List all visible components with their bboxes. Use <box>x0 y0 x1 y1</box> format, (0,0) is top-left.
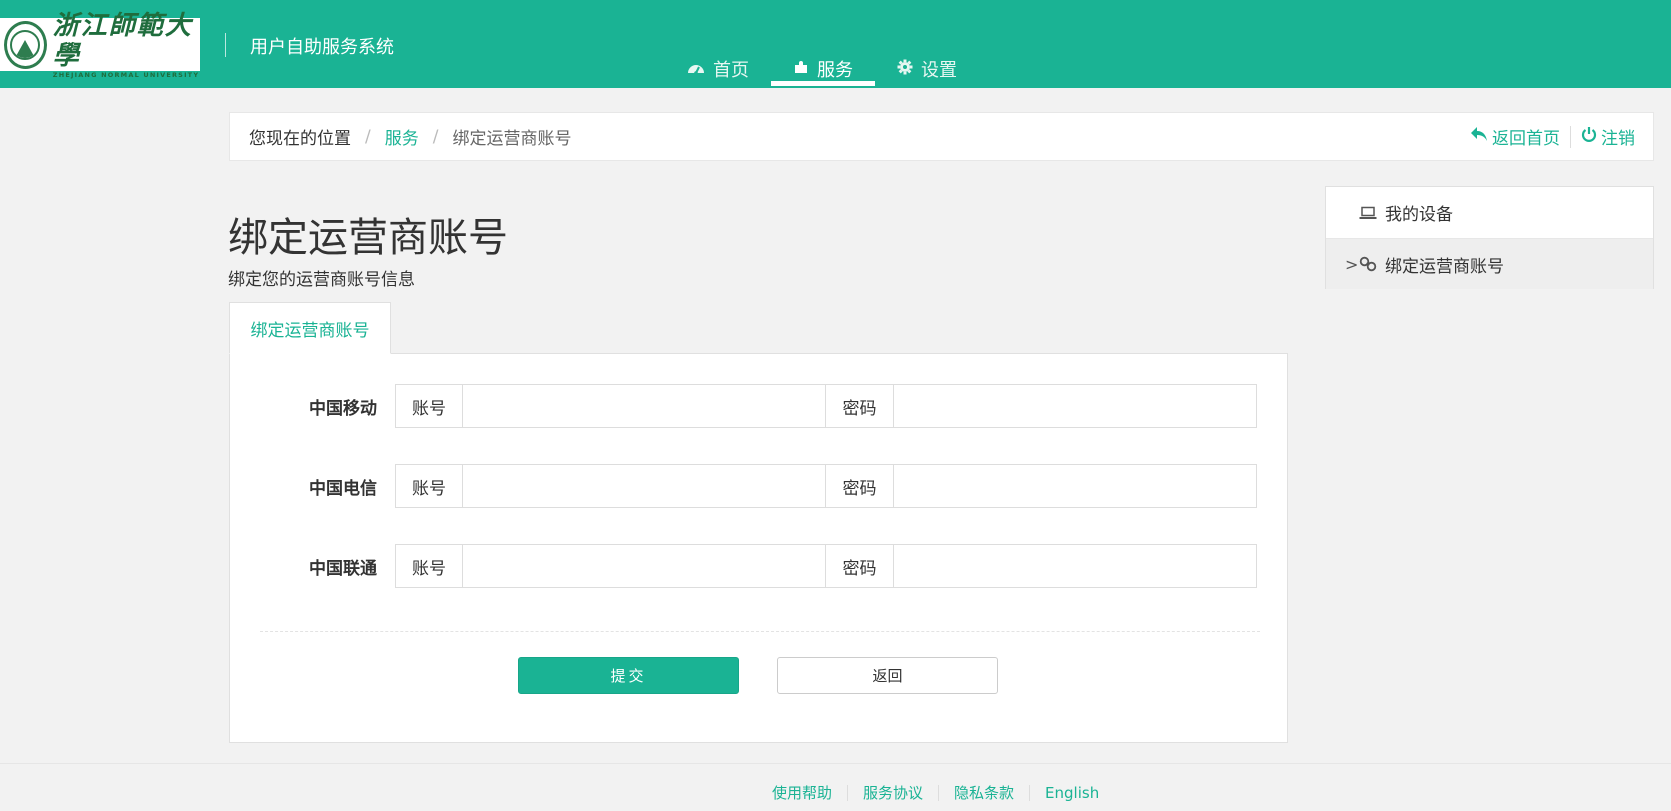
system-title: 用户自助服务系统 <box>250 37 394 58</box>
sidebar-item-bind-carrier[interactable]: > 绑定运营商账号 <box>1326 238 1653 289</box>
nav-label-service: 服务 <box>817 60 853 81</box>
carrier-row-unicom: 中国联通 账号 密码 <box>230 544 1289 588</box>
tab-bind-carrier-account[interactable]: 绑定运营商账号 <box>229 302 391 354</box>
footer-divider <box>0 763 1671 764</box>
dashboard-icon <box>687 60 705 79</box>
unicom-password-input[interactable] <box>894 544 1257 588</box>
carrier-label: 中国联通 <box>309 558 377 579</box>
footer-link-english[interactable]: English <box>1030 784 1114 802</box>
submit-button[interactable]: 提交 <box>518 657 739 694</box>
breadcrumb-service-link[interactable]: 服务 <box>385 124 419 149</box>
return-home-label: 返回首页 <box>1492 129 1560 149</box>
gear-icon <box>897 59 913 79</box>
account-input-group: 账号 密码 <box>395 464 1257 508</box>
account-addon: 账号 <box>395 544 463 588</box>
carrier-label: 中国移动 <box>309 398 377 419</box>
footer-link-privacy[interactable]: 隐私条款 <box>939 782 1029 803</box>
back-button[interactable]: 返回 <box>777 657 998 694</box>
breadcrumb: 您现在的位置 / 服务 / 绑定运营商账号 返回首页 注销 <box>229 112 1654 161</box>
reply-arrow-icon <box>1470 126 1488 147</box>
password-addon: 密码 <box>826 384 894 428</box>
account-input-group: 账号 密码 <box>395 544 1257 588</box>
main-nav: 首页 服务 设置 <box>665 50 979 88</box>
link-icon <box>1359 256 1377 272</box>
logo-english-name: ZHEJIANG NORMAL UNIVERSITY <box>52 70 200 79</box>
password-addon: 密码 <box>826 544 894 588</box>
puzzle-icon <box>793 59 809 79</box>
university-seal-icon <box>4 20 47 69</box>
breadcrumb-separator: / <box>365 126 371 147</box>
sidebar-item-label: 我的设备 <box>1385 205 1453 225</box>
account-input-group: 账号 密码 <box>395 384 1257 428</box>
account-addon: 账号 <box>395 464 463 508</box>
mobile-password-input[interactable] <box>894 384 1257 428</box>
footer-link-service-agreement[interactable]: 服务协议 <box>848 782 938 803</box>
service-sidebar: 我的设备 > 绑定运营商账号 <box>1325 186 1654 289</box>
telecom-account-input[interactable] <box>463 464 826 508</box>
footer-link-help[interactable]: 使用帮助 <box>757 782 847 803</box>
laptop-icon <box>1359 206 1377 220</box>
mobile-account-input[interactable] <box>463 384 826 428</box>
footer-links: 使用帮助 服务协议 隐私条款 English <box>757 782 1114 803</box>
sidebar-item-label: 绑定运营商账号 <box>1385 256 1504 277</box>
power-icon <box>1581 126 1597 148</box>
chevron-right-icon: > <box>1345 254 1359 274</box>
account-addon: 账号 <box>395 384 463 428</box>
logo-text: 浙江師範大學 ZHEJIANG NORMAL UNIVERSITY <box>53 11 200 79</box>
top-header: 浙江師範大學 ZHEJIANG NORMAL UNIVERSITY 用户自助服务… <box>0 0 1671 88</box>
nav-item-home[interactable]: 首页 <box>665 50 771 88</box>
nav-item-service[interactable]: 服务 <box>771 50 875 88</box>
password-addon: 密码 <box>826 464 894 508</box>
telecom-password-input[interactable] <box>894 464 1257 508</box>
sidebar-item-my-devices[interactable]: 我的设备 <box>1326 187 1653 238</box>
breadcrumb-location-label: 您现在的位置 <box>249 129 351 149</box>
nav-label-settings: 设置 <box>921 60 957 81</box>
action-divider <box>1570 125 1571 148</box>
page-subtitle: 绑定您的运营商账号信息 <box>228 270 415 290</box>
nav-item-settings[interactable]: 设置 <box>875 50 979 88</box>
unicom-account-input[interactable] <box>463 544 826 588</box>
logout-label: 注销 <box>1601 129 1635 149</box>
header-divider <box>225 33 226 57</box>
logout-link[interactable]: 注销 <box>1581 124 1635 149</box>
carrier-row-telecom: 中国电信 账号 密码 <box>230 464 1289 508</box>
logo-chinese-name: 浙江師範大學 <box>52 10 193 71</box>
university-logo[interactable]: 浙江師範大學 ZHEJIANG NORMAL UNIVERSITY <box>0 11 200 79</box>
bind-account-form: 中国移动 账号 密码 中国电信 账号 密码 中国联通 账号 密码 提交 返回 <box>229 353 1288 743</box>
breadcrumb-actions: 返回首页 注销 <box>1470 113 1635 160</box>
breadcrumb-separator: / <box>432 126 439 147</box>
return-home-link[interactable]: 返回首页 <box>1470 124 1560 149</box>
form-divider <box>260 631 1260 632</box>
carrier-row-mobile: 中国移动 账号 密码 <box>230 384 1289 428</box>
nav-label-home: 首页 <box>713 60 749 81</box>
carrier-label: 中国电信 <box>309 478 377 499</box>
page-title: 绑定运营商账号 <box>228 215 508 261</box>
breadcrumb-current: 绑定运营商账号 <box>452 129 572 149</box>
